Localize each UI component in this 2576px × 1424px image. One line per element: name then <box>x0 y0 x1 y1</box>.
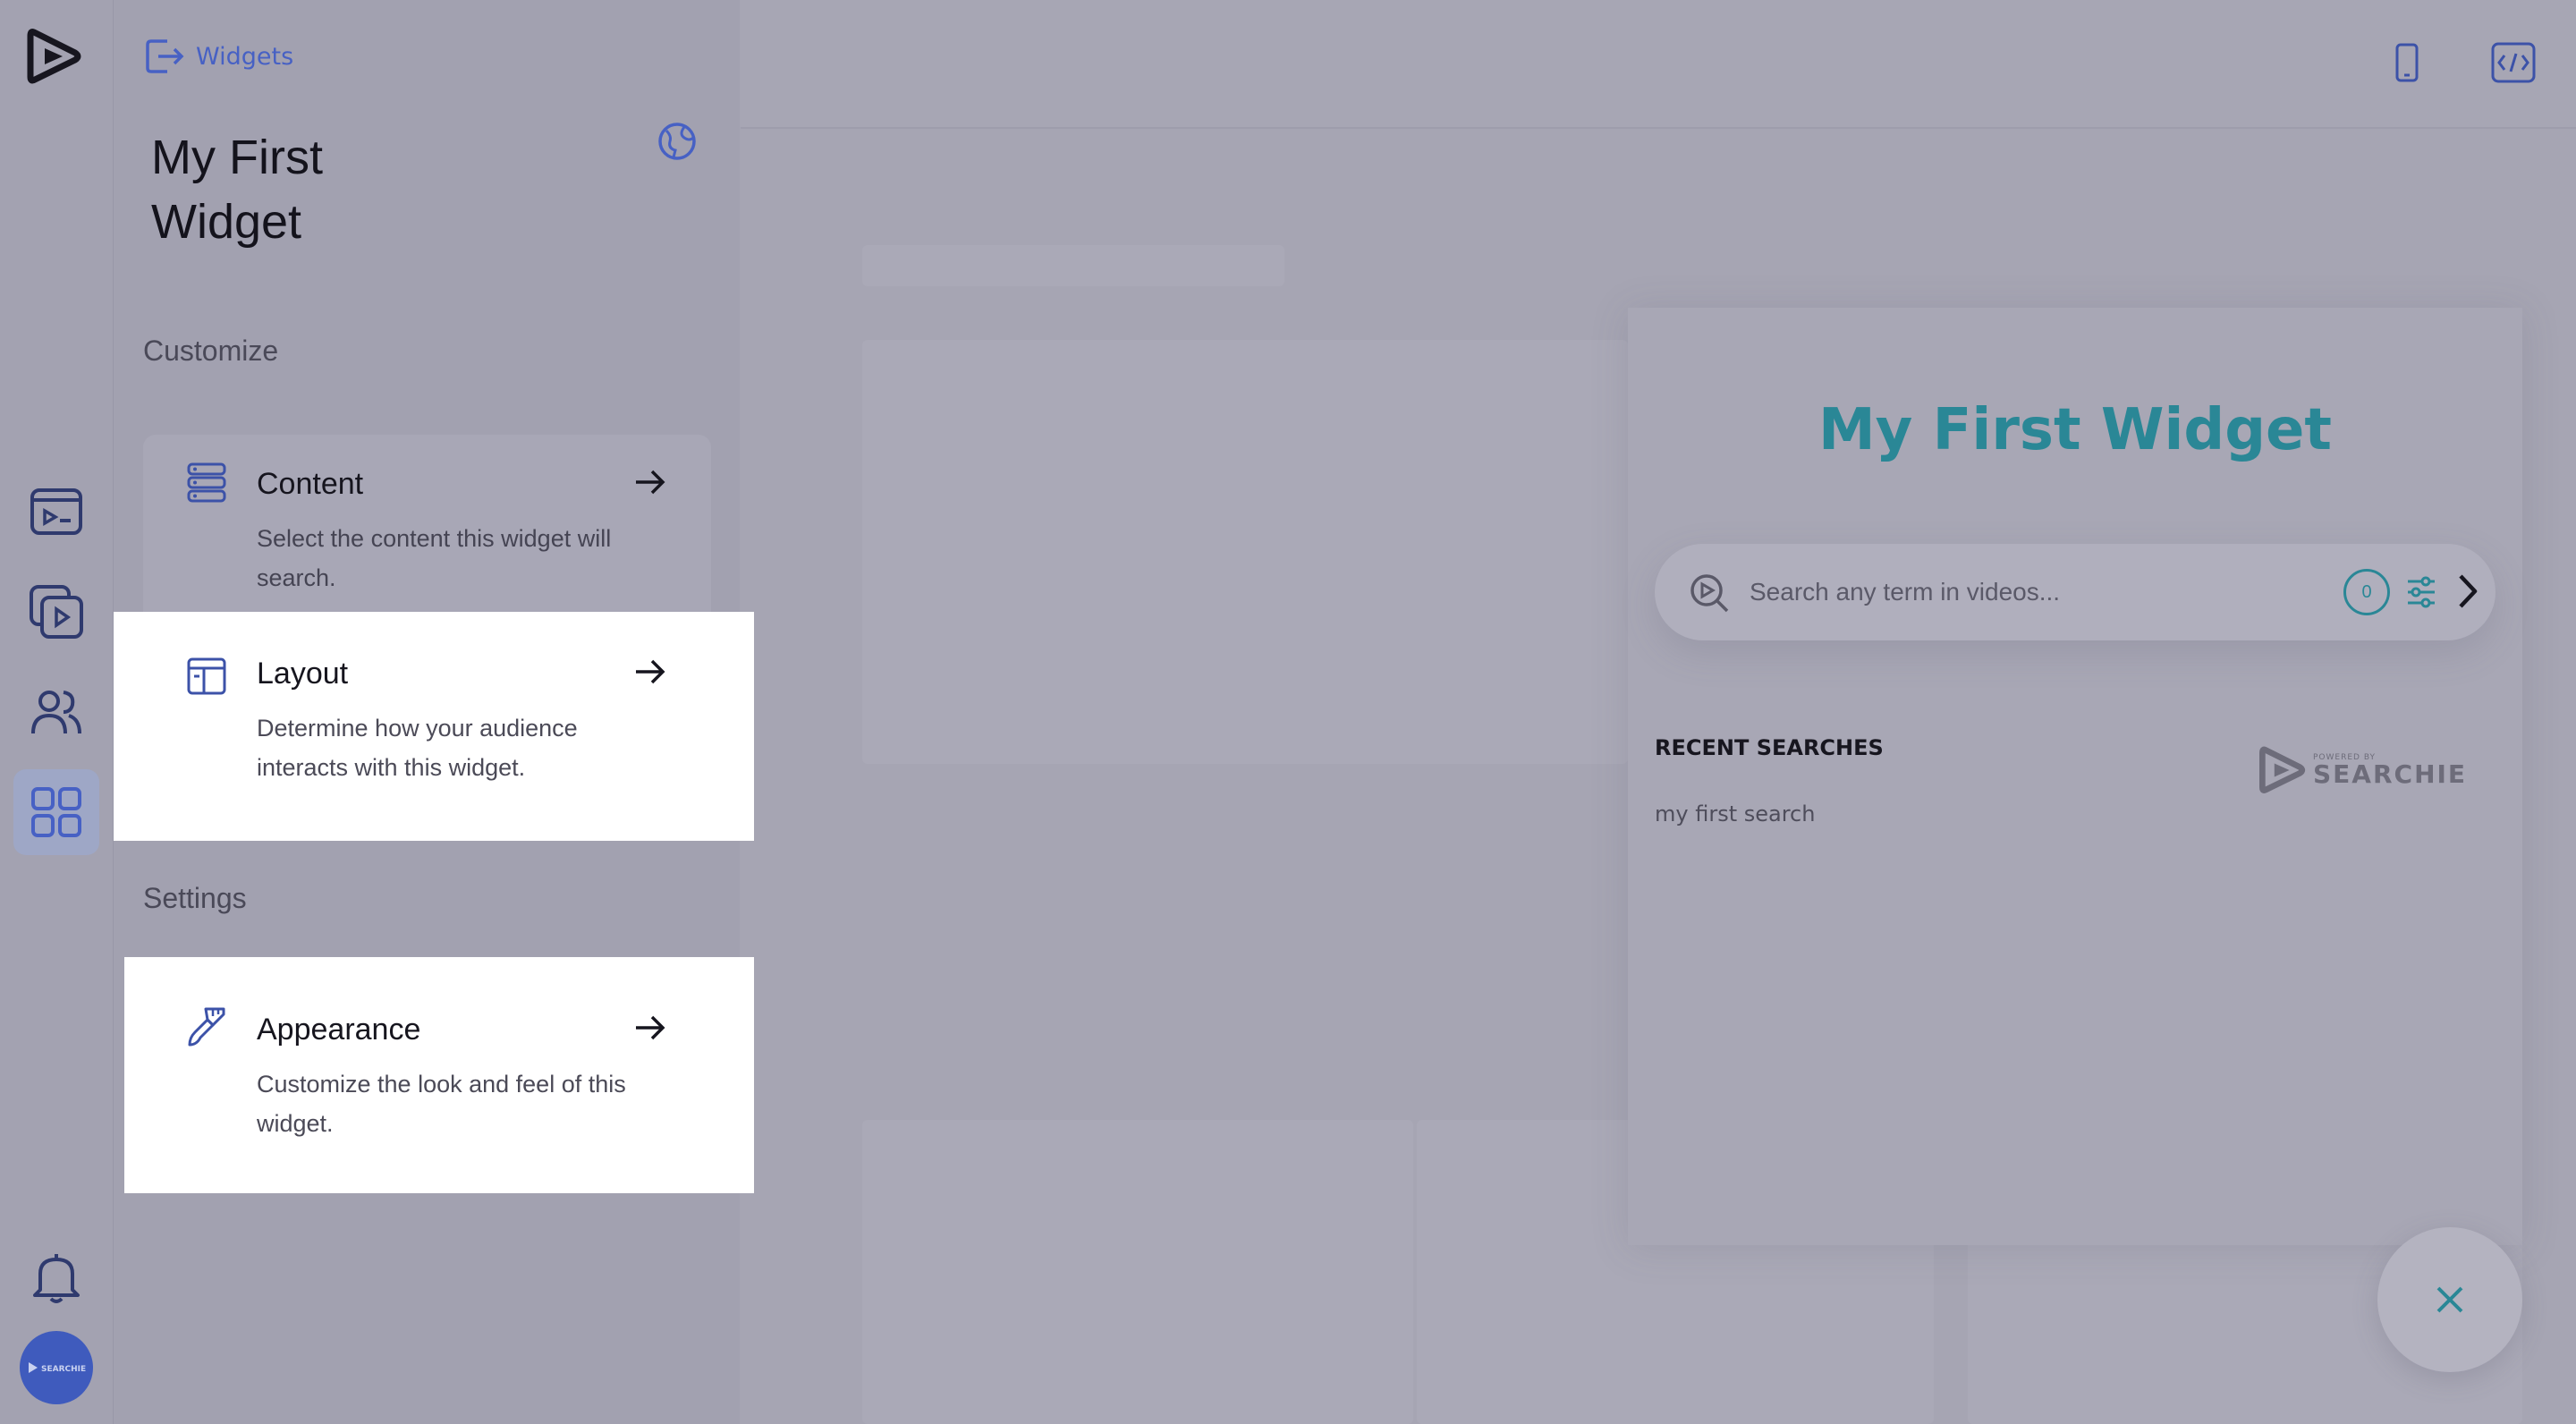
layout-card-description: Determine how your audience interacts wi… <box>257 715 578 781</box>
widgets-icon[interactable] <box>13 769 99 855</box>
embed-code-icon[interactable] <box>2490 41 2537 88</box>
content-card-title: Content <box>257 467 364 501</box>
exit-arrow-icon <box>146 39 184 73</box>
appearance-card[interactable]: Appearance Customize the look and feel o… <box>143 980 711 1170</box>
globe-icon[interactable] <box>657 122 697 165</box>
skeleton-bar <box>862 245 1284 286</box>
searchie-logo-icon[interactable] <box>27 27 82 86</box>
preview-toolbar <box>741 0 2576 129</box>
searchie-logo-icon <box>2259 746 2306 793</box>
widget-settings-panel: Widgets My First Widget Customize Conten… <box>114 0 754 1424</box>
layout-card[interactable]: Layout Determine how your audience inter… <box>143 624 711 814</box>
appearance-card-title: Appearance <box>257 1013 421 1047</box>
powered-by-brand: SEARCHIE <box>2313 759 2468 789</box>
back-to-widgets-link[interactable]: Widgets <box>144 36 293 77</box>
arrow-right-icon <box>634 658 666 689</box>
notifications-bell-icon[interactable] <box>13 1234 99 1320</box>
recent-searches-heading: RECENT SEARCHES <box>1655 735 1884 760</box>
recent-search-item[interactable]: my first search <box>1655 801 1815 826</box>
audience-icon[interactable] <box>13 669 99 755</box>
arrow-right-icon <box>634 469 666 499</box>
customize-section-label: Customize <box>143 335 279 367</box>
playlists-icon[interactable] <box>13 569 99 655</box>
filter-count-badge[interactable]: 0 <box>2343 569 2390 615</box>
powered-by-searchie: POWERED BY SEARCHIE <box>2259 744 2467 796</box>
content-stack-icon <box>186 462 227 506</box>
icon-rail: SEARCHIE <box>0 0 114 1424</box>
back-link-label: Widgets <box>196 42 294 71</box>
widget-preview: My First Widget 0 RECENT SEARCHES my fir… <box>1628 308 2522 1245</box>
video-library-icon[interactable] <box>13 469 99 555</box>
widget-preview-title: My First Widget <box>1818 397 2333 463</box>
widget-search-bar[interactable]: 0 <box>1655 544 2496 640</box>
layout-card-title: Layout <box>257 657 349 691</box>
chevron-right-icon[interactable] <box>2456 572 2479 614</box>
appearance-card-description: Customize the look and feel of this widg… <box>257 1071 626 1137</box>
avatar-brand-text: SEARCHIE <box>41 1365 86 1374</box>
mobile-preview-icon[interactable] <box>2394 41 2420 89</box>
video-search-icon <box>1689 572 1730 617</box>
widget-search-input[interactable] <box>1750 569 2304 615</box>
widget-title: My First Widget <box>151 131 323 249</box>
close-widget-button[interactable] <box>2377 1227 2522 1372</box>
account-avatar[interactable]: SEARCHIE <box>20 1331 93 1404</box>
skeleton-card <box>862 1120 1413 1424</box>
paintbrush-icon <box>186 1005 227 1052</box>
arrow-right-icon <box>634 1014 666 1045</box>
content-card[interactable]: Content Select the content this widget w… <box>143 435 711 624</box>
settings-section-label: Settings <box>143 882 247 914</box>
skeleton-video-block <box>862 340 1628 764</box>
filter-sliders-icon[interactable] <box>2406 574 2436 614</box>
close-icon <box>2436 1286 2463 1313</box>
layout-panel-icon <box>186 657 227 699</box>
content-card-description: Select the content this widget will sear… <box>257 525 612 591</box>
